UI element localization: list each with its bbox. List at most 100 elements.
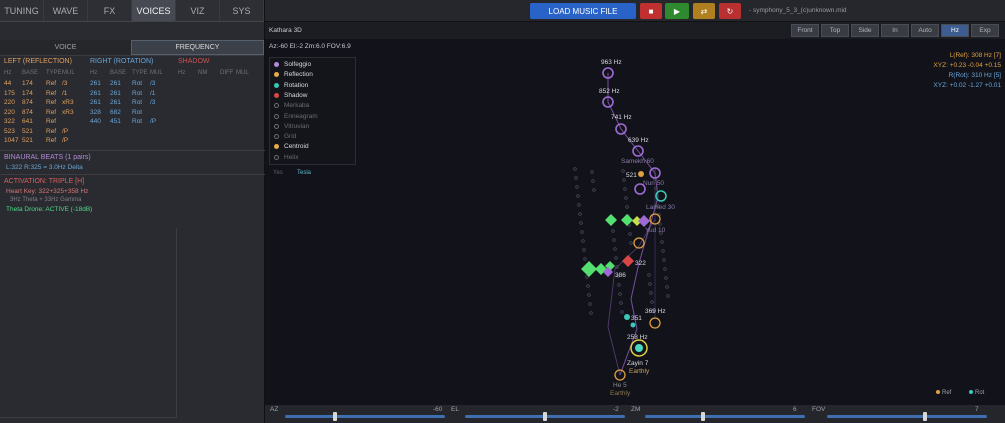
grid-dot (587, 293, 591, 297)
slider-handle-fov[interactable] (923, 412, 927, 421)
grid-dot (583, 257, 587, 261)
tab-viz[interactable]: VIZ (176, 0, 220, 21)
view-bar: Kathara 3D Front Top Side In Auto Hz Exp (265, 22, 1005, 39)
slider-value-zm: 6 (793, 406, 797, 413)
view-top-button[interactable]: Top (821, 24, 849, 37)
rot-col-mul: MUL (150, 70, 163, 76)
legend-item-shadow[interactable]: Shadow (274, 92, 308, 99)
grid-dot (592, 188, 596, 192)
legend-label: Reflection (284, 71, 313, 79)
reflection-cell: 874 (22, 108, 33, 116)
slider-label-fov: FOV (812, 406, 826, 413)
corner-ref-label: Ref (942, 390, 952, 396)
left-panel: TUNING WAVE FX VOICES VIZ SYS VOICE FREQ… (0, 0, 265, 423)
divider (0, 150, 265, 151)
grid-dot (574, 176, 578, 180)
node-label: He 5 (613, 382, 627, 389)
rotation-cell: 261 (110, 99, 121, 106)
grid-dot (648, 282, 652, 286)
grid-dot (662, 258, 666, 262)
ref-col-type: TYPE (46, 70, 62, 76)
tab-wave[interactable]: WAVE (44, 0, 88, 21)
rotation-cell: 682 (110, 108, 121, 116)
reflection-node (649, 317, 661, 329)
view-side-button[interactable]: Side (851, 24, 879, 37)
legend-item-merkaba[interactable]: Merkaba (274, 102, 309, 109)
view-auto-button[interactable]: Auto (911, 24, 939, 37)
tab-voices[interactable]: VOICES (132, 0, 176, 21)
legend-item-helix[interactable]: Helix (274, 154, 298, 161)
rotation-cell: /3 (150, 80, 156, 87)
legend-label: Shadow (284, 91, 308, 99)
reflection-cell: /3 (62, 80, 68, 87)
node-label: Samekh 60 (621, 158, 654, 165)
grid-dot (628, 232, 632, 236)
restart-button[interactable]: ↻ (719, 3, 741, 19)
activation-title: ACTIVATION: TRIPLE [H] (4, 178, 85, 185)
reflection-cell: Ref (46, 127, 57, 135)
slider-label-el: EL (451, 406, 459, 413)
slider-track-fov[interactable] (827, 415, 987, 418)
grid-dot (619, 301, 623, 305)
play-icon: ▶ (673, 6, 681, 16)
legend-marker-icon (274, 62, 279, 67)
rotation-cell: /1 (150, 89, 156, 97)
view-in-button[interactable]: In (881, 24, 909, 37)
legend-item-solfeggio[interactable]: Solfeggio (274, 61, 311, 68)
node-label: Nun 50 (643, 180, 664, 187)
reflection-cell: Ref (46, 89, 57, 97)
view-hz-button[interactable]: Hz (941, 24, 969, 37)
mode-tab-yes[interactable]: Yes (273, 170, 283, 176)
loop-button[interactable]: ⇄ (693, 3, 715, 19)
grid-dot (590, 170, 594, 174)
play-button[interactable]: ▶ (665, 3, 689, 19)
loop-icon: ⇄ (700, 6, 708, 16)
legend-marker-icon (274, 113, 279, 119)
centroid-core (635, 344, 643, 352)
view-exp-button[interactable]: Exp (971, 24, 999, 37)
kathara-3d-scene[interactable]: 963 Hz 852 Hz 741 Hz 639 Hz Samekh 60 521 Nun … (265, 39, 1005, 405)
subtab-voice[interactable]: VOICE (0, 40, 131, 55)
l-ref-readout: L(Ref): 308 Hz [7] (949, 52, 1001, 59)
view-front-button[interactable]: Front (791, 24, 819, 37)
slider-handle-zm[interactable] (701, 412, 705, 421)
slider-track-az[interactable] (285, 415, 445, 418)
ref-col-hz: Hz (4, 70, 12, 76)
grid-dot (622, 178, 626, 182)
legend-item-rotation[interactable]: Rotation (274, 82, 308, 89)
grid-dot (586, 284, 590, 288)
grid-dot (578, 212, 582, 216)
stop-button[interactable]: ■ (640, 3, 662, 19)
grid-dot (660, 240, 664, 244)
grid-dot (588, 302, 592, 306)
legend-label: Grid (284, 133, 297, 141)
grid-dot (647, 273, 651, 277)
legend-label: Enneagram (284, 112, 318, 120)
voice-diamond (621, 214, 633, 226)
legend-item-reflection[interactable]: Reflection (274, 71, 313, 78)
tab-sys[interactable]: SYS (220, 0, 264, 21)
slider-handle-el[interactable] (543, 412, 548, 421)
reflection-cell: 322 (4, 118, 15, 125)
load-music-button[interactable]: LOAD MUSIC FILE (530, 3, 636, 19)
legend-item-grid[interactable]: Grid (274, 133, 296, 140)
slider-track-zm[interactable] (645, 415, 805, 418)
reflection-cell: 521 (22, 137, 33, 144)
grid-dot (575, 185, 579, 189)
tab-tuning[interactable]: TUNING (0, 0, 44, 21)
slider-handle-az[interactable] (333, 412, 337, 421)
legend-item-enneagram[interactable]: Enneagram (274, 113, 318, 120)
legend-marker-icon (274, 154, 279, 160)
node-label: Zayin 7 (627, 360, 649, 367)
reflection-cell: xR3 (62, 99, 74, 106)
tab-fx[interactable]: FX (88, 0, 132, 21)
legend-item-vitruvian[interactable]: Vitruvian (274, 123, 309, 130)
mode-tab-tesla[interactable]: Tesla (297, 170, 311, 176)
corner-rot-dot (969, 390, 973, 394)
scene-legend: Solfeggio Reflection Rotation Shadow Merkaba… (269, 57, 356, 165)
subtab-frequency[interactable]: FREQUENCY (131, 40, 264, 55)
legend-item-centroid[interactable]: Centroid (274, 143, 309, 150)
rotation-cell: /P (150, 118, 157, 125)
rotation-cell: 261 (110, 80, 121, 87)
slider-label-zm: ZM (631, 406, 641, 413)
